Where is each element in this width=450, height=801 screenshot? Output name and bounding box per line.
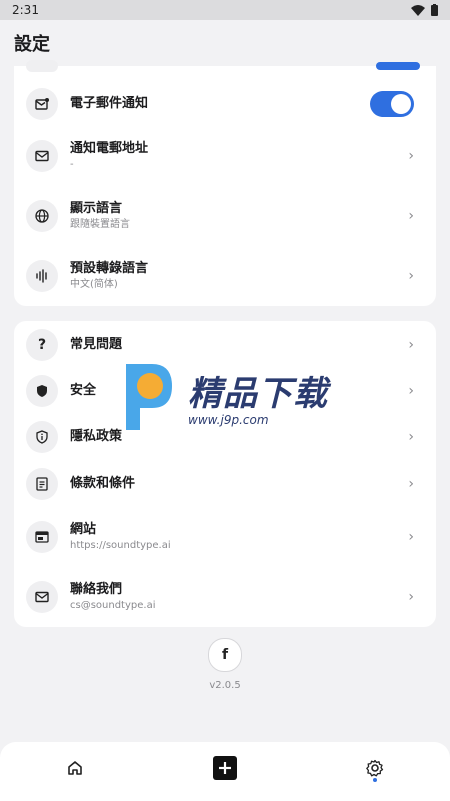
watermark-title: 精品下载: [188, 373, 328, 414]
status-bar: 2:31: [0, 0, 450, 20]
chevron-right-icon: ›: [408, 529, 414, 545]
contact-row[interactable]: 聯絡我們 cs@soundtype.ai ›: [14, 577, 436, 617]
info-shield-icon: [26, 421, 58, 453]
mail-icon: [26, 581, 58, 613]
page-title: 設定: [14, 34, 50, 55]
email-notification-toggle[interactable]: [370, 91, 414, 117]
email-notification-row[interactable]: 電子郵件通知: [14, 84, 436, 124]
row-title: 通知電郵地址: [70, 141, 149, 156]
status-time: 2:31: [12, 3, 39, 17]
question-icon: ?: [26, 329, 58, 361]
active-indicator: [373, 778, 377, 782]
partial-row-icon: [26, 60, 58, 72]
row-title: 條款和條件: [70, 476, 136, 491]
chevron-right-icon: ›: [408, 268, 414, 284]
row-subtitle: cs@soundtype.ai: [70, 600, 156, 611]
facebook-button[interactable]: f: [208, 638, 242, 672]
browser-icon: [26, 521, 58, 553]
watermark-url: www.j9p.com: [188, 412, 269, 427]
add-icon: [213, 756, 237, 780]
facebook-icon: f: [221, 647, 229, 663]
home-icon: [68, 761, 82, 775]
mail-icon: [26, 140, 58, 172]
waveform-icon: [26, 260, 58, 292]
settings-icon: [366, 759, 384, 777]
row-title: 電子郵件通知: [70, 96, 149, 111]
row-title: 預設轉錄語言: [70, 261, 149, 276]
row-subtitle: -: [70, 159, 74, 170]
chevron-right-icon: ›: [408, 589, 414, 605]
partial-toggle[interactable]: [376, 62, 420, 70]
globe-icon: [26, 200, 58, 232]
website-row[interactable]: 網站 https://soundtype.ai ›: [14, 517, 436, 557]
display-language-row[interactable]: 顯示語言 跟隨裝置語言 ›: [14, 196, 436, 236]
notification-email-row[interactable]: 通知電郵地址 - ›: [14, 136, 436, 176]
terms-row[interactable]: 條款和條件 ›: [14, 464, 436, 504]
chevron-right-icon: ›: [408, 383, 414, 399]
row-title: 聯絡我們: [70, 582, 123, 597]
watermark-logo: [120, 360, 176, 432]
row-subtitle: 跟隨裝置語言: [70, 219, 130, 230]
chevron-right-icon: ›: [408, 476, 414, 492]
notifications-card: 電子郵件通知 通知電郵地址 - › 顯示語言 跟隨裝置語言 › 預設轉錄語言 中…: [14, 60, 436, 306]
toggle-knob: [391, 94, 411, 114]
nav-home[interactable]: [55, 754, 95, 782]
mail-dot-icon: [26, 88, 58, 120]
bottom-nav: [0, 742, 450, 801]
chevron-right-icon: ›: [408, 429, 414, 445]
shield-icon: [26, 375, 58, 407]
chevron-right-icon: ›: [408, 208, 414, 224]
document-icon: [26, 468, 58, 500]
chevron-right-icon: ›: [408, 148, 414, 164]
version-label: v2.0.5: [209, 680, 241, 691]
row-subtitle: 中文(简体): [70, 279, 118, 290]
row-subtitle: https://soundtype.ai: [70, 540, 171, 551]
header: 設定: [0, 20, 450, 66]
battery-icon: [431, 4, 438, 16]
transcription-language-row[interactable]: 預設轉錄語言 中文(简体) ›: [14, 256, 436, 296]
wifi-icon: [411, 4, 425, 16]
row-title: 顯示語言: [70, 201, 123, 216]
nav-add[interactable]: [205, 754, 245, 782]
row-title: 常見問題: [70, 337, 123, 352]
chevron-right-icon: ›: [408, 337, 414, 353]
row-title: 網站: [70, 522, 97, 537]
watermark: 精品下载 www.j9p.com: [120, 358, 360, 434]
